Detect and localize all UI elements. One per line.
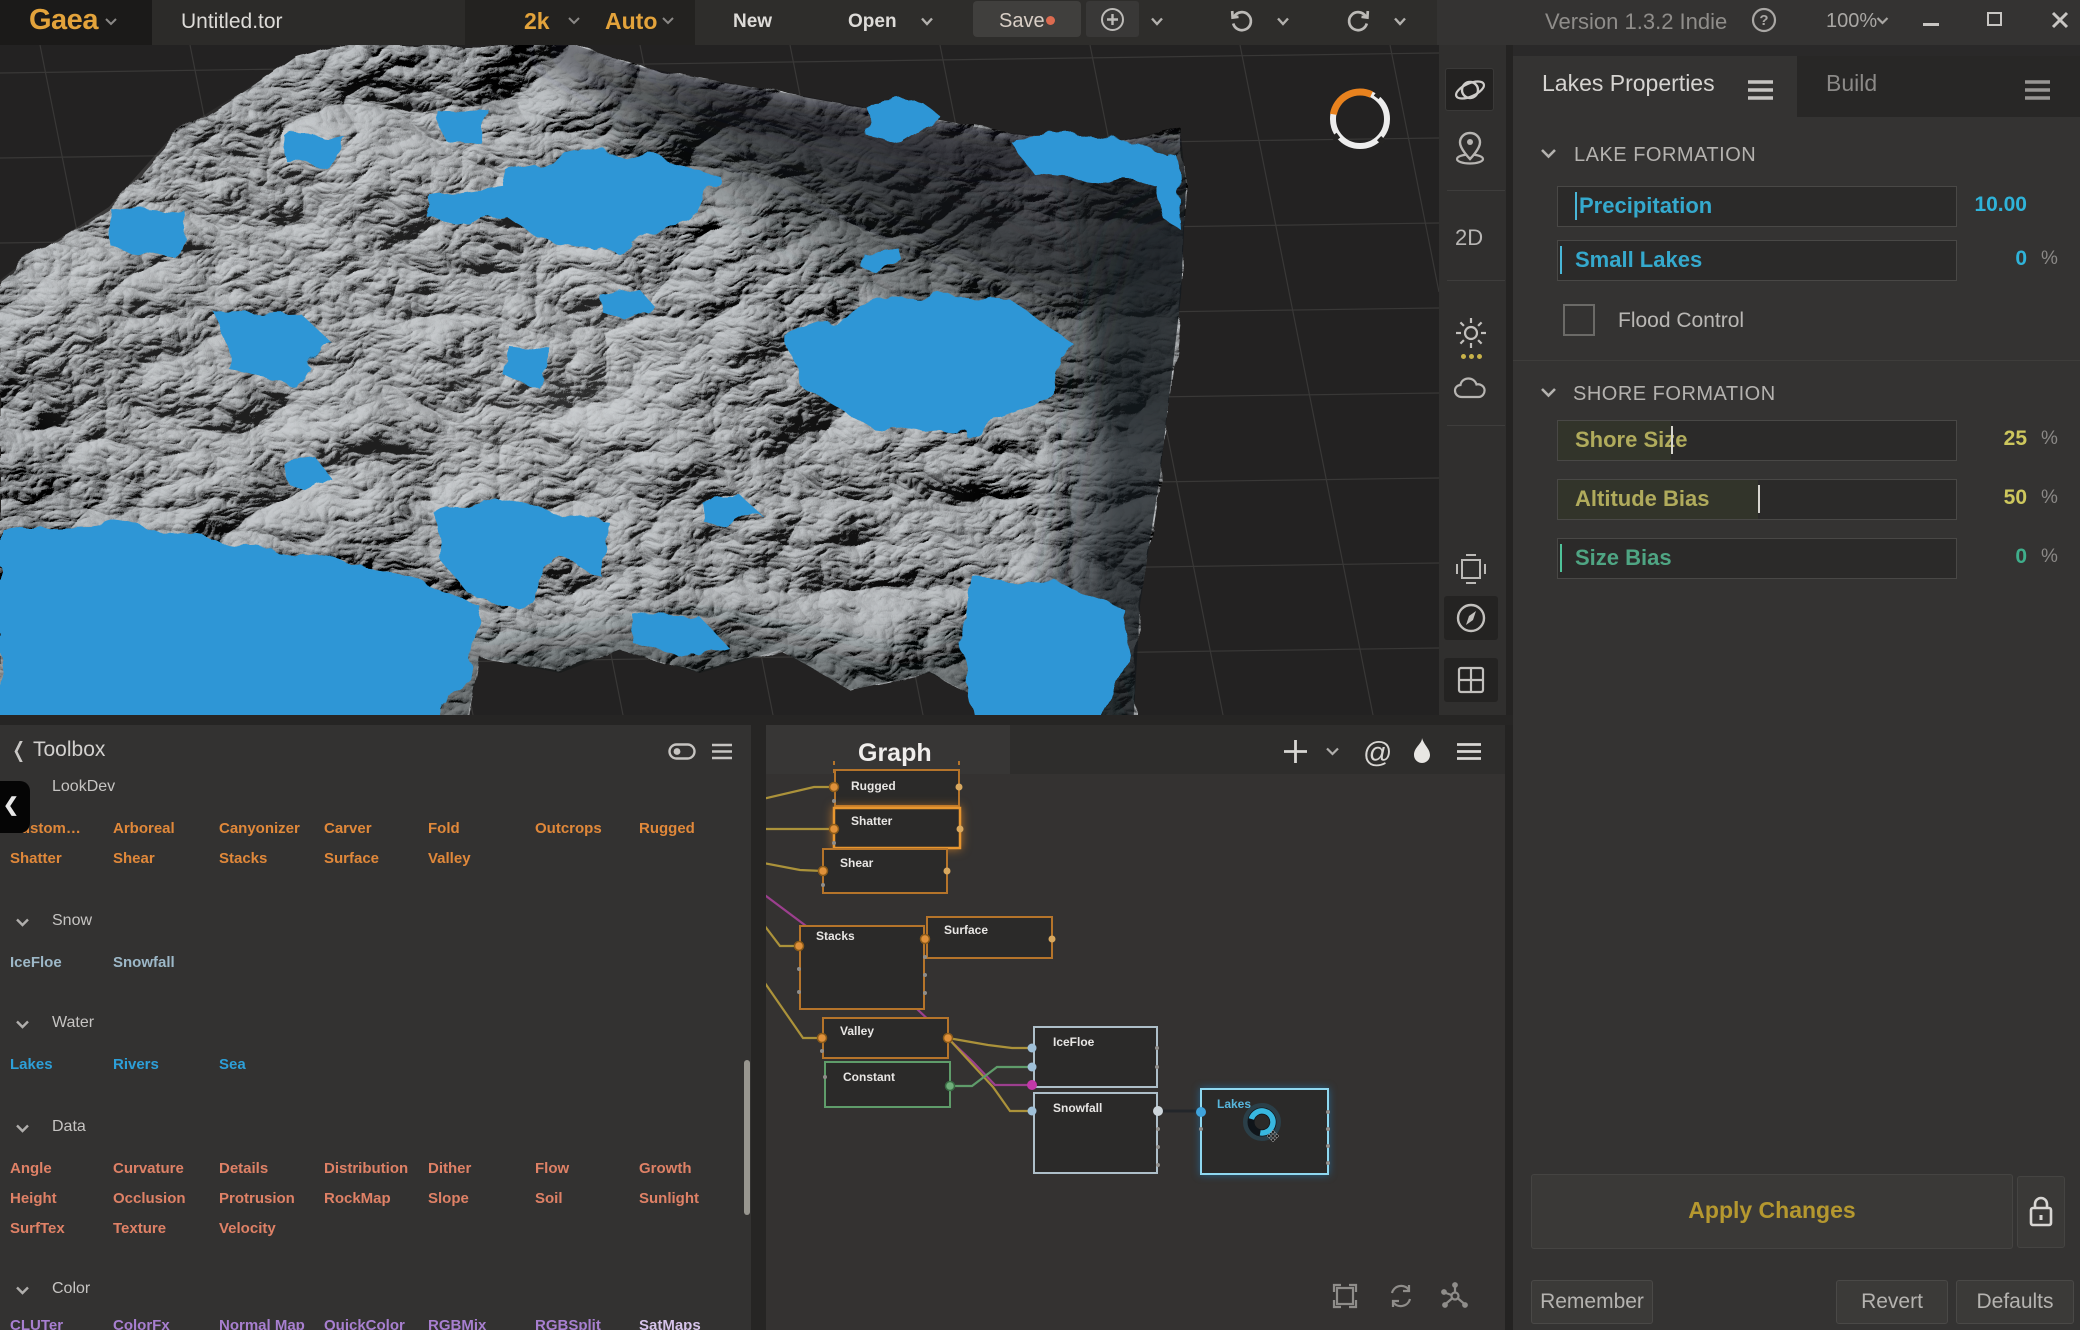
svg-text:Lakes: Lakes xyxy=(1217,1097,1251,1111)
svg-text:Snowfall: Snowfall xyxy=(1053,1101,1102,1115)
svg-text:IceFloe: IceFloe xyxy=(1053,1035,1095,1049)
svg-text:Stacks: Stacks xyxy=(816,929,855,943)
svg-text:Surface: Surface xyxy=(944,923,988,937)
svg-text:Shear: Shear xyxy=(840,856,874,870)
svg-text:Valley: Valley xyxy=(840,1024,874,1038)
svg-text:Rugged: Rugged xyxy=(851,779,896,793)
svg-text:Shatter: Shatter xyxy=(851,814,893,828)
svg-text:?: ? xyxy=(1759,12,1768,29)
svg-text:Constant: Constant xyxy=(843,1070,895,1084)
